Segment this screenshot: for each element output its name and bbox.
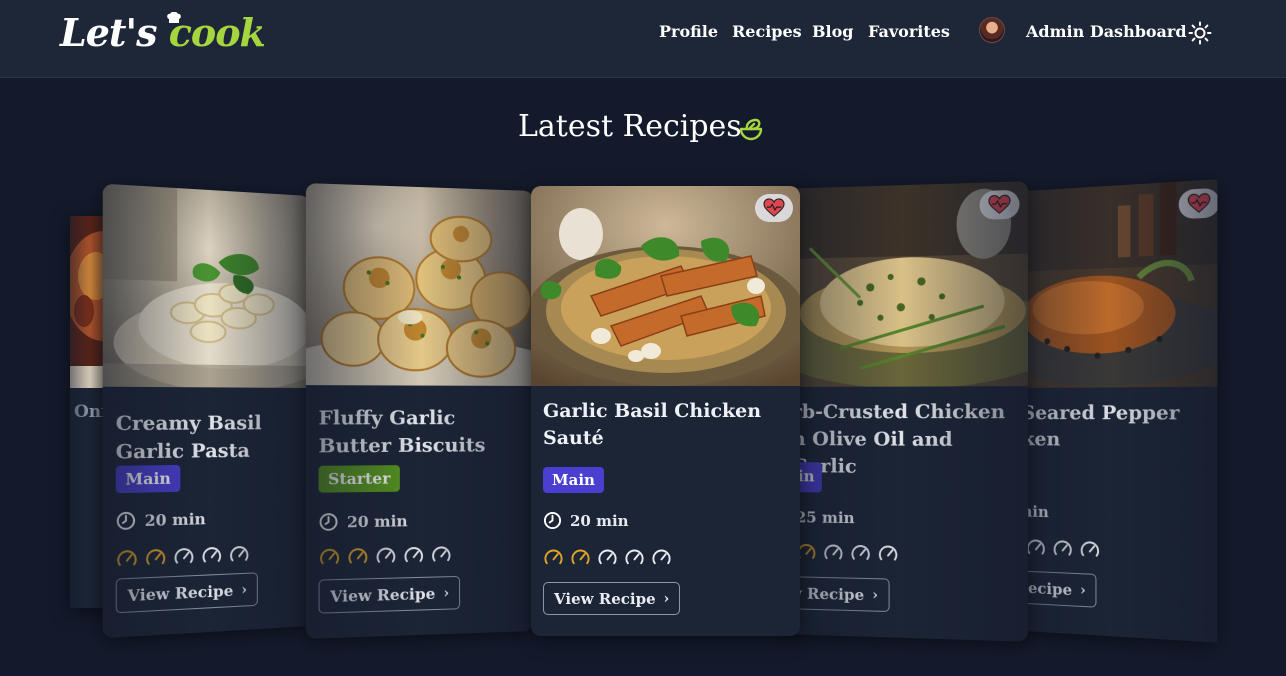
view-recipe-label: View Recipe xyxy=(554,589,656,608)
clock-icon xyxy=(116,511,136,532)
recipe-title: Fluffy Garlic Butter Biscuits xyxy=(318,406,486,458)
chevron-right-icon: › xyxy=(443,584,450,602)
gauge-icon xyxy=(347,545,369,567)
logo-cook: cook xyxy=(168,10,266,55)
gauge-icon xyxy=(877,543,898,565)
category-badge: Starter xyxy=(318,465,400,493)
chevron-right-icon: › xyxy=(872,586,879,604)
logo-lets: Let's xyxy=(60,10,169,55)
gauge-icon xyxy=(229,543,250,565)
view-recipe-button[interactable]: View Recipe › xyxy=(115,572,259,614)
difficulty-rating xyxy=(116,543,250,570)
heart-pulse-icon xyxy=(988,194,1011,215)
nav-link-admin-dashboard[interactable]: Admin Dashboard xyxy=(1026,22,1187,41)
gauge-icon xyxy=(319,546,341,568)
gauge-icon xyxy=(652,549,671,565)
clock-icon xyxy=(543,511,562,530)
favorite-button[interactable] xyxy=(979,189,1020,220)
recipe-time: 20 min xyxy=(116,509,206,531)
sun-icon[interactable] xyxy=(1188,21,1212,45)
logo[interactable]: Let's cook xyxy=(60,10,266,55)
gauge-icon xyxy=(544,549,563,565)
gauge-icon xyxy=(625,549,644,565)
recipe-card[interactable]: Creamy Basil Garlic Pasta Main 20 min Vi… xyxy=(102,183,310,639)
recipe-card[interactable]: rb-Crusted Chicken h Olive Oil and Garli… xyxy=(780,181,1028,642)
recipe-image xyxy=(102,183,310,388)
gauge-icon xyxy=(145,546,167,569)
salad-bowl-icon xyxy=(739,118,763,141)
avatar[interactable] xyxy=(979,17,1005,43)
nav-link-recipes[interactable]: Recipes xyxy=(732,22,802,41)
heart-pulse-icon xyxy=(1187,192,1211,214)
recipe-card[interactable]: Seared Pepper ken nin Recipe › xyxy=(1008,179,1218,643)
recipe-title: Seared Pepper ken xyxy=(1021,401,1180,451)
clock-icon xyxy=(319,512,339,532)
recipe-image xyxy=(305,183,533,386)
gauge-icon xyxy=(823,542,844,564)
view-recipe-label: View Recipe xyxy=(127,581,234,605)
gauge-icon xyxy=(1052,538,1073,560)
gauge-icon xyxy=(1026,537,1047,559)
gauge-icon xyxy=(173,545,195,568)
recipe-time: 20 min xyxy=(543,511,629,530)
recipe-time: 20 min xyxy=(319,511,408,532)
gauge-icon xyxy=(375,545,397,567)
gauge-icon xyxy=(571,549,590,565)
category-badge: Main xyxy=(115,464,181,494)
view-recipe-button[interactable]: View Recipe › xyxy=(318,575,461,614)
recipe-title: rb-Crusted Chicken h Olive Oil and Garli… xyxy=(791,400,1006,478)
gauge-icon xyxy=(116,547,138,570)
nav-link-profile[interactable]: Profile xyxy=(659,22,718,41)
gauge-icon xyxy=(850,542,871,564)
favorite-button[interactable] xyxy=(1178,187,1218,220)
gauge-icon xyxy=(598,549,617,565)
nav-link-blog[interactable]: Blog xyxy=(812,22,853,41)
gauge-icon xyxy=(1079,538,1100,560)
recipe-time-value: 20 min xyxy=(570,511,629,530)
recipe-card-active[interactable]: Garlic Basil Chicken Sauté Main 20 min V… xyxy=(531,186,800,636)
difficulty-rating xyxy=(1026,537,1101,561)
view-recipe-label: w Recipe xyxy=(788,583,865,604)
gauge-icon xyxy=(431,544,452,566)
recipe-time-value: 20 min xyxy=(346,511,408,531)
navbar: Let's cook Profile Recipes Blog Favorite… xyxy=(0,0,1286,78)
category-badge: Main xyxy=(543,467,604,493)
recipe-title: Garlic Basil Chicken Sauté xyxy=(543,400,762,449)
chef-hat-icon xyxy=(167,12,181,23)
category-badge-label: in xyxy=(797,467,815,486)
recipe-time-value: 20 min xyxy=(144,509,206,530)
gauge-icon xyxy=(403,544,425,566)
recipe-card[interactable]: Fluffy Garlic Butter Biscuits Starter 20… xyxy=(305,183,533,639)
view-recipe-label: View Recipe xyxy=(330,584,436,606)
difficulty-rating xyxy=(543,547,672,568)
gauge-icon xyxy=(201,544,222,566)
section-heading: Latest Recipes xyxy=(518,109,742,144)
difficulty-rating xyxy=(796,541,899,564)
recipe-time-value: 25 min xyxy=(795,508,855,528)
nav-link-favorites[interactable]: Favorites xyxy=(868,22,950,41)
recipe-title: Creamy Basil Garlic Pasta xyxy=(115,412,262,464)
heart-pulse-icon xyxy=(763,198,785,217)
chevron-right-icon: › xyxy=(663,590,670,607)
chevron-right-icon: › xyxy=(241,581,248,598)
favorite-button[interactable] xyxy=(755,194,793,222)
difficulty-rating xyxy=(319,544,452,568)
chevron-right-icon: › xyxy=(1080,581,1086,599)
view-recipe-button[interactable]: View Recipe › xyxy=(543,582,681,615)
